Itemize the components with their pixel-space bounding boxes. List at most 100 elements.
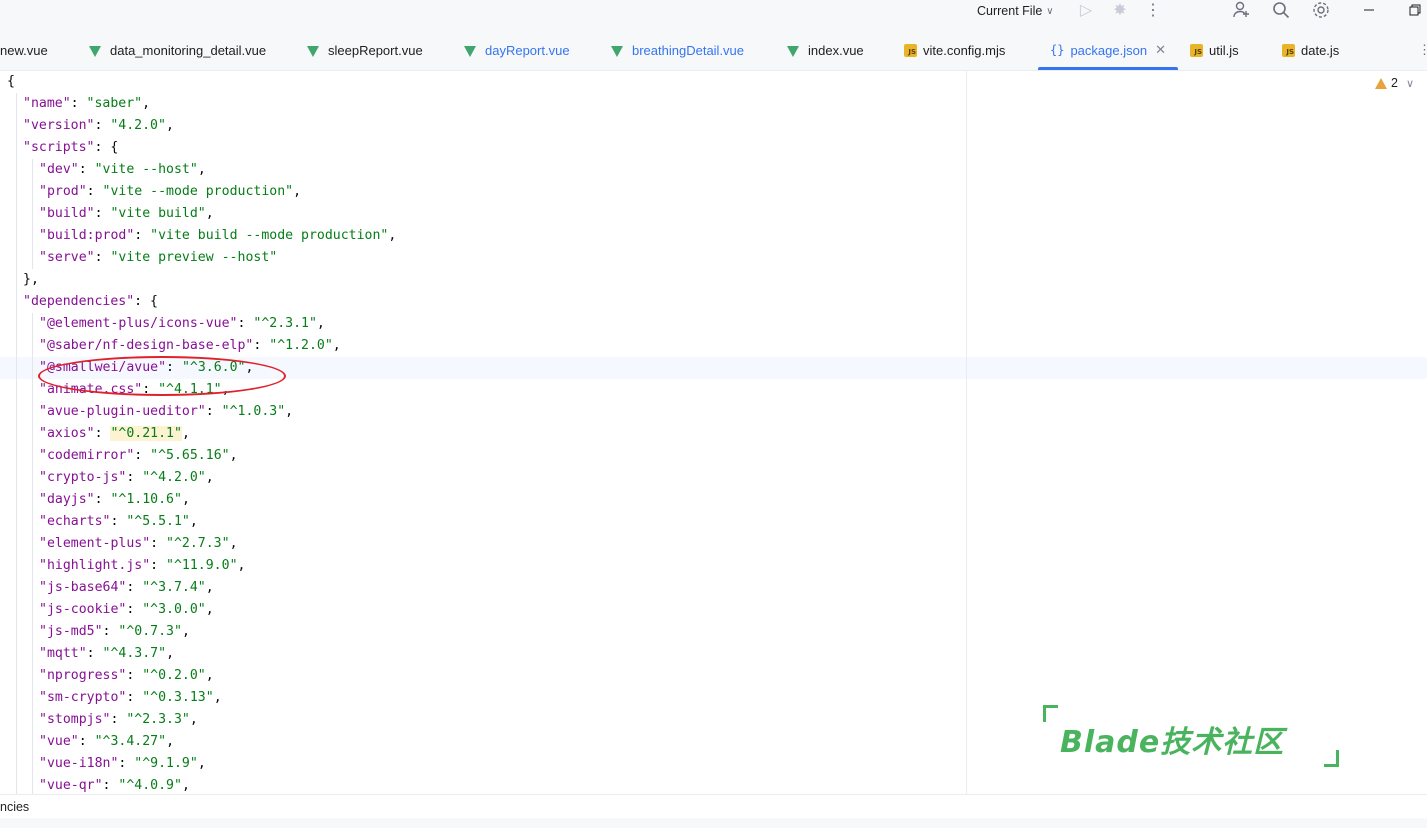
debug-icon[interactable]: ✸	[1111, 0, 1129, 20]
code-punctuation: {	[150, 294, 158, 309]
tab-sleep-report[interactable]: sleepReport.vue	[307, 30, 423, 70]
json-key: "@element-plus/icons-vue"	[39, 316, 238, 331]
code-line[interactable]: "codemirror": "^5.65.16",	[39, 445, 238, 467]
code-punctuation: ,	[189, 712, 198, 727]
code-line[interactable]: {	[7, 71, 15, 93]
tab-breathing-detail[interactable]: breathingDetail.vue	[611, 30, 744, 70]
code-line[interactable]: "serve": "vite preview --host"	[39, 247, 277, 269]
close-icon[interactable]: ✕	[1155, 42, 1166, 58]
code-line[interactable]: "nprogress": "^0.2.0",	[39, 665, 214, 687]
restore-icon[interactable]	[1408, 0, 1422, 20]
code-punctuation: ,	[388, 228, 397, 243]
tab-label: index.vue	[808, 42, 864, 58]
json-value: "^0.21.1"	[110, 426, 182, 441]
js-file-icon: JS	[1190, 43, 1203, 57]
code-line[interactable]: "prod": "vite --mode production",	[39, 181, 301, 203]
code-punctuation: },	[23, 272, 39, 287]
json-value: "vite build"	[110, 206, 206, 221]
code-line[interactable]: "stompjs": "^2.3.3",	[39, 709, 198, 731]
json-value: "^2.3.3"	[126, 712, 190, 727]
add-user-icon[interactable]	[1231, 0, 1251, 20]
code-line[interactable]: "js-base64": "^3.7.4",	[39, 577, 214, 599]
code-line[interactable]: "dependencies": {	[23, 291, 158, 313]
run-icon[interactable]: ▷	[1078, 0, 1094, 20]
tab-date-js[interactable]: JS date.js	[1282, 30, 1339, 70]
json-value: "^11.9.0"	[166, 558, 238, 573]
tabs-more-icon[interactable]: ⋮	[1418, 30, 1427, 70]
tab-util-js[interactable]: JS util.js	[1190, 30, 1239, 70]
js-file-icon: JS	[904, 43, 917, 57]
run-configuration-selector[interactable]: Current File ∨	[977, 2, 1054, 20]
code-line[interactable]: "echarts": "^5.5.1",	[39, 511, 198, 533]
code-punctuation: :	[205, 404, 222, 419]
code-line[interactable]: "@saber/nf-design-base-elp": "^1.2.0",	[39, 335, 341, 357]
breadcrumb[interactable]: ncies	[0, 794, 1427, 819]
code-line[interactable]: "build": "vite build",	[39, 203, 214, 225]
code-punctuation: ,	[166, 734, 175, 749]
breadcrumb-item[interactable]: ncies	[0, 800, 29, 814]
code-punctuation: :	[70, 96, 87, 111]
tab-day-report[interactable]: dayReport.vue	[464, 30, 570, 70]
code-punctuation: :	[150, 558, 167, 573]
code-line[interactable]: "scripts": {	[23, 137, 118, 159]
search-icon[interactable]	[1271, 0, 1291, 20]
json-value: "^9.1.9"	[134, 756, 198, 771]
json-key: "element-plus"	[39, 536, 151, 551]
json-key: "vue-qr"	[39, 778, 103, 793]
code-line[interactable]: "vue-i18n": "^9.1.9",	[39, 753, 206, 775]
tab-package-json[interactable]: {} package.json ✕	[1038, 30, 1178, 70]
code-line[interactable]: "js-cookie": "^3.0.0",	[39, 599, 214, 621]
vue-file-icon	[611, 45, 623, 57]
code-line[interactable]: "avue-plugin-ueditor": "^1.0.3",	[39, 401, 293, 423]
more-icon[interactable]: ⋮	[1145, 0, 1161, 20]
code-line[interactable]: "dayjs": "^1.10.6",	[39, 489, 190, 511]
code-line[interactable]: "@element-plus/icons-vue": "^2.3.1",	[39, 313, 325, 335]
tab-label: data_monitoring_detail.vue	[110, 42, 267, 58]
code-punctuation: ,	[189, 514, 198, 529]
minimize-icon[interactable]	[1362, 0, 1376, 20]
tab-data-monitoring-detail[interactable]: data_monitoring_detail.vue	[89, 30, 266, 70]
inspection-widget[interactable]: 2 ∨	[1375, 76, 1414, 90]
code-punctuation: ,	[205, 602, 214, 617]
code-line[interactable]: "sm-crypto": "^0.3.13",	[39, 687, 222, 709]
code-line[interactable]: "name": "saber",	[23, 93, 150, 115]
code-line[interactable]: "version": "4.2.0",	[23, 115, 174, 137]
settings-icon[interactable]	[1311, 0, 1331, 20]
code-line[interactable]: "dev": "vite --host",	[39, 159, 206, 181]
code-line[interactable]: },	[23, 269, 39, 291]
code-line[interactable]: "js-md5": "^0.7.3",	[39, 621, 190, 643]
title-toolbar: Current File ∨ ▷ ✸ ⋮	[0, 0, 1427, 30]
tab-vite-config[interactable]: JS vite.config.mjs	[904, 30, 1005, 70]
code-punctuation: ,	[197, 756, 206, 771]
json-value: "^2.7.3"	[166, 536, 230, 551]
json-value: "^1.2.0"	[269, 338, 333, 353]
tab-label: new.vue	[0, 42, 48, 58]
code-punctuation: ,	[229, 448, 238, 463]
watermark-corner	[1043, 705, 1058, 722]
code-punctuation: :	[94, 492, 111, 507]
json-value: "^4.0.9"	[118, 778, 182, 793]
code-line[interactable]: "axios": "^0.21.1",	[39, 423, 190, 445]
code-line[interactable]: "highlight.js": "^11.9.0",	[39, 555, 245, 577]
watermark-text: Blade技术社区	[1060, 725, 1285, 760]
tab-index-vue[interactable]: index.vue	[787, 30, 864, 70]
tab-new-vue[interactable]: new.vue	[0, 30, 48, 70]
json-key: "avue-plugin-ueditor"	[39, 404, 206, 419]
code-line[interactable]: "build:prod": "vite build --mode product…	[39, 225, 396, 247]
json-key: "dependencies"	[23, 294, 135, 309]
code-line[interactable]: "crypto-js": "^4.2.0",	[39, 467, 214, 489]
code-punctuation: :	[94, 140, 111, 155]
json-value: "^1.0.3"	[221, 404, 286, 419]
chevron-down-icon: ∨	[1405, 77, 1415, 90]
code-editor[interactable]: { "name": "saber", "version": "4.2.0", "scr…	[0, 71, 1427, 794]
json-value: "^4.2.0"	[142, 470, 206, 485]
code-punctuation: :	[126, 690, 143, 705]
code-line[interactable]: "vue-qr": "^4.0.9",	[39, 775, 190, 794]
code-punctuation: :	[134, 294, 151, 309]
code-line[interactable]: "element-plus": "^2.7.3",	[39, 533, 238, 555]
code-line[interactable]: "mqtt": "^4.3.7",	[39, 643, 174, 665]
vue-file-icon	[787, 45, 799, 57]
code-punctuation: ,	[166, 646, 175, 661]
code-punctuation: :	[110, 712, 127, 727]
code-line[interactable]: "vue": "^3.4.27",	[39, 731, 174, 753]
